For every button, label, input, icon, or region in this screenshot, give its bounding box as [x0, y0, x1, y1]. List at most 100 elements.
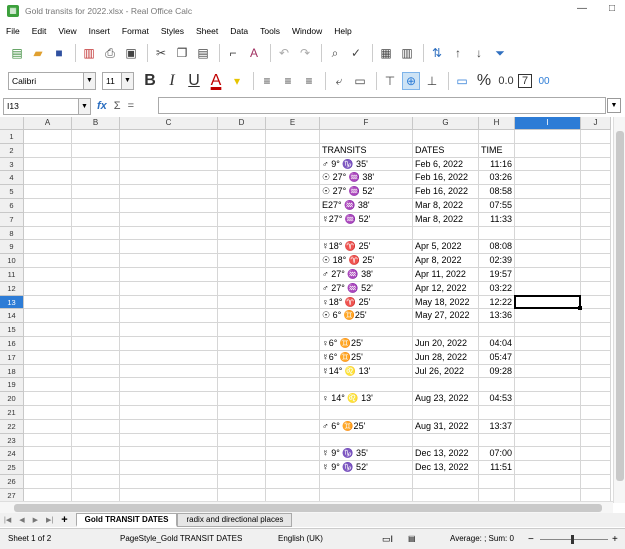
cell-g5[interactable]: Feb 16, 2022 — [413, 185, 479, 199]
bold-button[interactable]: B — [140, 71, 160, 91]
cell-f14[interactable]: ☉ 6° ♊25' — [320, 309, 413, 323]
row-header-23[interactable]: 23 — [0, 433, 24, 448]
row-header-19[interactable]: 19 — [0, 378, 24, 393]
menu-window[interactable]: Window — [292, 26, 322, 36]
cell-f18[interactable]: ☿14° ♌ 13' — [320, 365, 413, 379]
font-color-button[interactable]: A — [206, 71, 226, 91]
row-header-4[interactable]: 4 — [0, 171, 24, 186]
cell-g7[interactable]: Mar 8, 2022 — [413, 213, 479, 227]
cell-h12[interactable]: 03:22 — [479, 282, 515, 296]
add-decimal-button[interactable]: 00 — [534, 71, 554, 91]
menu-file[interactable]: File — [6, 26, 20, 36]
autofilter-icon[interactable]: ⏷ — [491, 44, 509, 62]
percent-format-button[interactable]: % — [474, 71, 494, 91]
row-header-27[interactable]: 27 — [0, 488, 24, 501]
spreadsheet-grid[interactable]: A B C D E F G H I J 1 2 3 4 5 6 7 8 9 10 11 12 13 14 15 16 17 18 19 2… — [0, 117, 625, 501]
cell-g16[interactable]: Jun 20, 2022 — [413, 337, 479, 351]
autofill-handle[interactable] — [578, 306, 582, 311]
cell-h9[interactable]: 08:08 — [479, 240, 515, 254]
cut-icon[interactable]: ✂ — [152, 44, 170, 62]
cell-g25[interactable]: Dec 13, 2022 — [413, 461, 479, 475]
cell-f20[interactable]: ♀ 14° ♌ 13' — [320, 392, 413, 406]
row-header-12[interactable]: 12 — [0, 281, 24, 296]
cell-f16[interactable]: ♀6° ♊25' — [320, 337, 413, 351]
row-header-25[interactable]: 25 — [0, 461, 24, 475]
cell-f4[interactable]: ☉ 27° ♒ 38' — [320, 171, 413, 185]
selection-summary[interactable]: Average: ; Sum: 0 — [450, 534, 514, 543]
cell-g13[interactable]: May 18, 2022 — [413, 296, 479, 310]
zoom-slider-handle[interactable] — [571, 535, 574, 544]
cell-f12[interactable]: ♂ 27° ♒ 52' — [320, 282, 413, 296]
row-header-8[interactable]: 8 — [0, 226, 24, 241]
row-header-14[interactable]: 14 — [0, 309, 24, 324]
menu-edit[interactable]: Edit — [32, 26, 47, 36]
merge-cells-icon[interactable]: ▭ — [351, 72, 369, 90]
column-header-c[interactable]: C — [120, 117, 218, 130]
cell-g12[interactable]: Apr 12, 2022 — [413, 282, 479, 296]
first-sheet-icon[interactable]: |◀ — [4, 516, 11, 524]
column-header-j[interactable]: J — [581, 117, 611, 130]
select-all-corner[interactable] — [0, 117, 24, 130]
chevron-down-icon[interactable]: ▼ — [78, 98, 90, 114]
row-header-26[interactable]: 26 — [0, 475, 24, 489]
column-header-f[interactable]: F — [320, 117, 413, 130]
cell-h2[interactable]: TIME — [479, 144, 515, 158]
cell-f6[interactable]: E27° ♒ 38' — [320, 199, 413, 213]
cell-h20[interactable]: 04:53 — [479, 392, 515, 406]
row-header-2[interactable]: 2 — [0, 143, 24, 158]
row-header-15[interactable]: 15 — [0, 323, 24, 337]
find-replace-icon[interactable]: ⌕ — [326, 44, 344, 62]
cell-g10[interactable]: Apr 8, 2022 — [413, 254, 479, 268]
spelling-icon[interactable]: ✓ — [347, 44, 365, 62]
cell-g20[interactable]: Aug 23, 2022 — [413, 392, 479, 406]
row-header-9[interactable]: 9 — [0, 240, 24, 255]
add-sheet-button[interactable]: + — [61, 514, 67, 526]
page-style[interactable]: PageStyle_Gold TRANSIT DATES — [120, 534, 242, 543]
number-format-button[interactable]: 0.0 — [496, 71, 516, 91]
cell-h3[interactable]: 11:16 — [479, 158, 515, 172]
selected-cell-cursor[interactable] — [514, 294, 581, 310]
cell-g9[interactable]: Apr 5, 2022 — [413, 240, 479, 254]
name-box[interactable]: I13 ▼ — [3, 97, 91, 115]
menu-data[interactable]: Data — [230, 26, 248, 36]
cell-g11[interactable]: Apr 11, 2022 — [413, 268, 479, 282]
cell-f22[interactable]: ♂ 6° ♊25' — [320, 420, 413, 434]
paste-icon[interactable]: ▤ — [194, 44, 212, 62]
function-wizard-icon[interactable]: fx — [97, 100, 107, 112]
currency-format-icon[interactable]: ▭ — [453, 72, 471, 90]
expand-formula-bar-icon[interactable]: ▼ — [607, 98, 621, 113]
align-left-icon[interactable]: ≡ — [258, 72, 276, 90]
cell-h14[interactable]: 13:36 — [479, 309, 515, 323]
cell-h11[interactable]: 19:57 — [479, 268, 515, 282]
cell-f17[interactable]: ☿6° ♊25' — [320, 351, 413, 365]
vertical-scrollbar[interactable] — [613, 117, 625, 503]
language[interactable]: English (UK) — [278, 534, 323, 543]
cell-f25[interactable]: ☿ 9° ♑ 52' — [320, 461, 413, 475]
font-size-box[interactable]: 11 ▼ — [102, 72, 134, 90]
zoom-in-icon[interactable]: + — [612, 534, 618, 545]
cell-h25[interactable]: 11:51 — [479, 461, 515, 475]
align-center-icon[interactable]: ≡ — [279, 72, 297, 90]
column-header-d[interactable]: D — [218, 117, 266, 130]
underline-button[interactable]: U — [184, 71, 204, 91]
cell-h6[interactable]: 07:55 — [479, 199, 515, 213]
row-header-21[interactable]: 21 — [0, 406, 24, 420]
row-header-17[interactable]: 17 — [0, 350, 24, 365]
formula-input[interactable] — [158, 97, 606, 114]
cell-f5[interactable]: ☉ 27° ♒ 52' — [320, 185, 413, 199]
font-name-box[interactable]: Calibri ▼ — [8, 72, 96, 90]
row-header-20[interactable]: 20 — [0, 392, 24, 406]
maximize-button[interactable]: □ — [609, 3, 615, 14]
cell-g3[interactable]: Feb 6, 2022 — [413, 158, 479, 172]
cell-h13[interactable]: 12:22 — [479, 296, 515, 310]
copy-icon[interactable]: ❐ — [173, 44, 191, 62]
cell-h16[interactable]: 04:04 — [479, 337, 515, 351]
menu-help[interactable]: Help — [334, 26, 351, 36]
redo-icon[interactable]: ↷ — [296, 44, 314, 62]
sheet-tab-gold-transit-dates[interactable]: Gold TRANSIT DATES — [75, 513, 178, 527]
column-header-b[interactable]: B — [72, 117, 120, 130]
row-header-22[interactable]: 22 — [0, 419, 24, 434]
previous-sheet-icon[interactable]: ◀ — [19, 516, 24, 524]
italic-button[interactable]: I — [162, 71, 182, 91]
cell-h7[interactable]: 11:33 — [479, 213, 515, 227]
